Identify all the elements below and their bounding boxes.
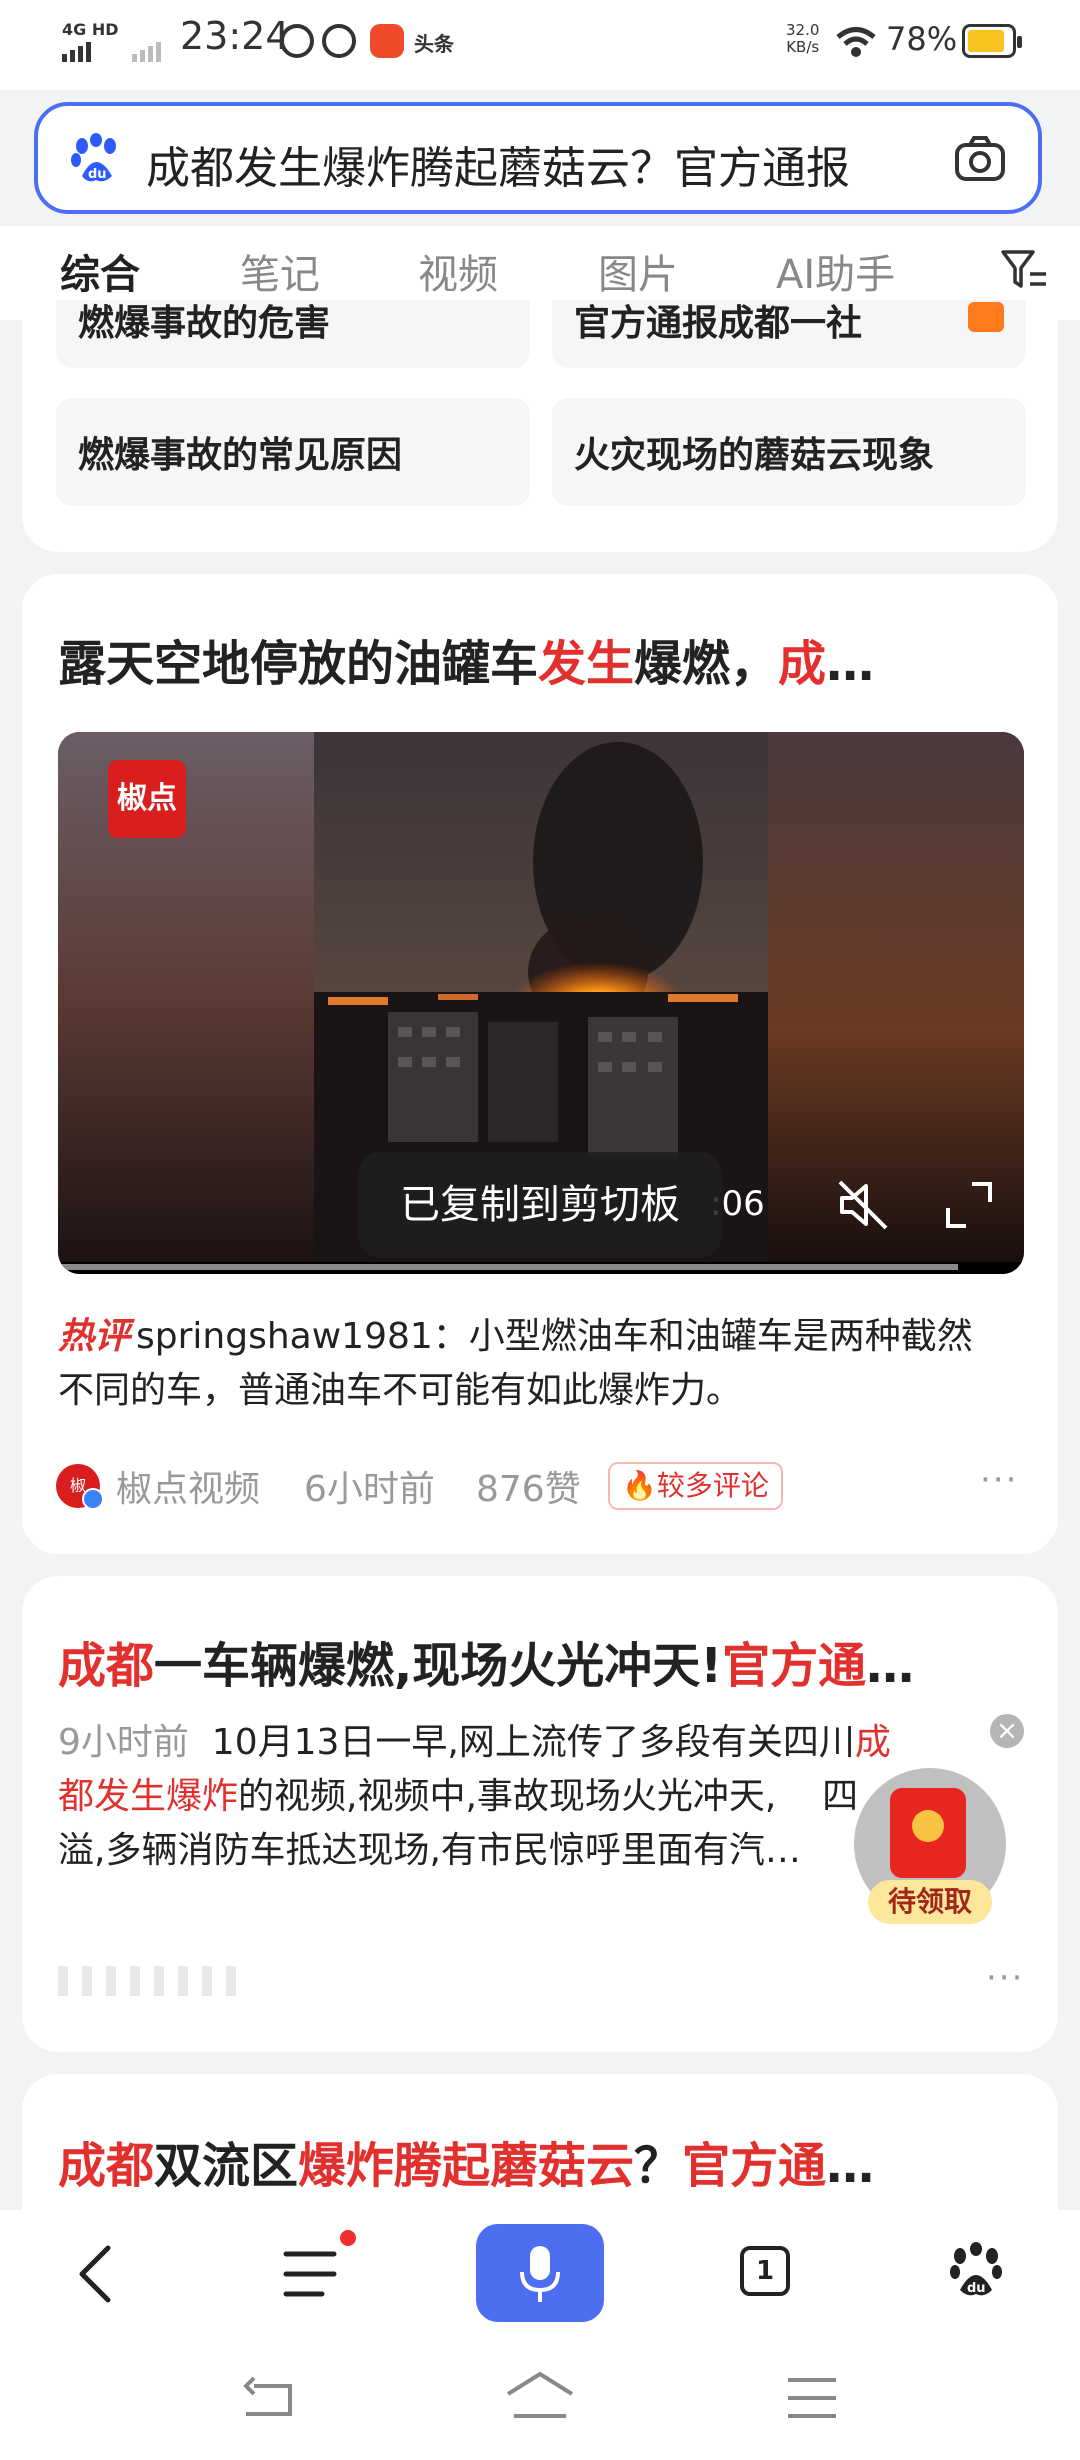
battery-percent: 78% [886,20,958,58]
hot-comment: 热评 springshaw1981：小型燃油车和油罐车是两种截然不同的车，普通油车… [58,1316,973,1411]
bottom-nav: 1 du [0,2210,1080,2460]
like-count: 876赞 [476,1469,581,1510]
network-type: 4G HD [62,20,119,39]
source-name[interactable]: 椒点视频 [116,1460,260,1512]
result-meta: 椒 椒点视频 6小时前 876赞 🔥较多评论 ··· [56,1460,1016,1520]
filter-icon[interactable] [1000,248,1048,294]
verified-icon [82,1488,104,1510]
copied-toast: 已复制到剪切板 [358,1152,722,1258]
related-search-item[interactable]: 燃爆事故的常见原因 [56,398,530,506]
result-title[interactable]: 成都一车辆爆燃,现场火光冲天!官方通… [58,1626,914,1696]
fullscreen-icon[interactable] [942,1178,996,1232]
notification-app-icon [370,24,404,58]
many-comments-tag: 🔥较多评论 [608,1462,783,1510]
result-title[interactable]: 成都双流区爆炸腾起蘑菇云？官方通… [58,2126,874,2196]
menu-icon[interactable] [282,2246,338,2302]
svg-text:du: du [967,2281,986,2296]
more-options-icon[interactable]: ··· [980,1460,1018,1500]
tab-images[interactable]: 图片 [598,242,678,300]
svg-text:du: du [88,167,107,182]
wifi-icon [836,27,876,57]
red-packet-icon [890,1788,966,1878]
related-searches-card: 燃爆事故的危害 官方通报成都一社 燃爆事故的常见原因 火灾现场的蘑菇云现象 [22,300,1058,552]
system-back-icon[interactable] [240,2376,296,2420]
tabs-count-button[interactable]: 1 [740,2246,790,2296]
baidu-paw-icon: du [71,133,116,182]
red-packet-label: 待领取 [868,1880,992,1924]
microphone-icon [520,2246,560,2302]
flame-icon: 🔥 [622,1469,657,1502]
source-avatar: 椒 [56,1464,104,1510]
time-ago: 6小时前 [304,1469,435,1510]
search-input[interactable]: 成都发生爆炸腾起蘑菇云？官方通报 [146,132,850,196]
camera-icon[interactable] [954,136,1006,182]
notification-app-icon [322,24,356,58]
result-title[interactable]: 露天空地停放的油罐车发生爆燃，成… [58,624,874,694]
mute-icon[interactable] [836,1178,890,1232]
search-box[interactable]: du 成都发生爆炸腾起蘑菇云？官方通报 [34,102,1042,214]
network-speed: 32.0 KB/s [786,21,820,56]
notification-dot [340,2230,356,2246]
notification-app-icon [280,24,314,58]
red-packet-widget[interactable]: 待领取 [854,1768,1006,1924]
tab-ai-assistant[interactable]: AI助手 [776,242,895,300]
tab-video[interactable]: 视频 [418,242,498,300]
status-bar: 4G HD 23:24 头条 32.0 KB/s 78% [0,0,1080,90]
related-search-item[interactable]: 燃爆事故的危害 [56,300,530,368]
system-home-icon[interactable] [504,2370,576,2420]
tab-notes[interactable]: 笔记 [240,242,320,300]
hot-badge [968,302,1004,332]
back-arrow-icon[interactable] [76,2244,116,2304]
tab-all[interactable]: 综合 [60,242,140,300]
battery-icon [962,24,1022,58]
clock: 23:24 [180,14,290,58]
related-search-item[interactable]: 官方通报成都一社 [552,300,1026,368]
baidu-home-icon[interactable]: du [948,2240,1004,2300]
voice-search-button[interactable] [476,2224,604,2322]
cell-signal-icon [62,42,161,62]
source-placeholder [58,1966,248,1996]
video-source-badge: 椒点 [108,760,186,838]
related-search-item[interactable]: 火灾现场的蘑菇云现象 [552,398,1026,506]
toutiao-icon: 头条 [414,32,454,56]
more-options-icon[interactable]: ··· [986,1958,1024,1998]
system-recents-icon[interactable] [784,2376,840,2420]
close-icon[interactable]: × [990,1714,1024,1748]
hot-comment-label: 热评 [58,1316,131,1357]
